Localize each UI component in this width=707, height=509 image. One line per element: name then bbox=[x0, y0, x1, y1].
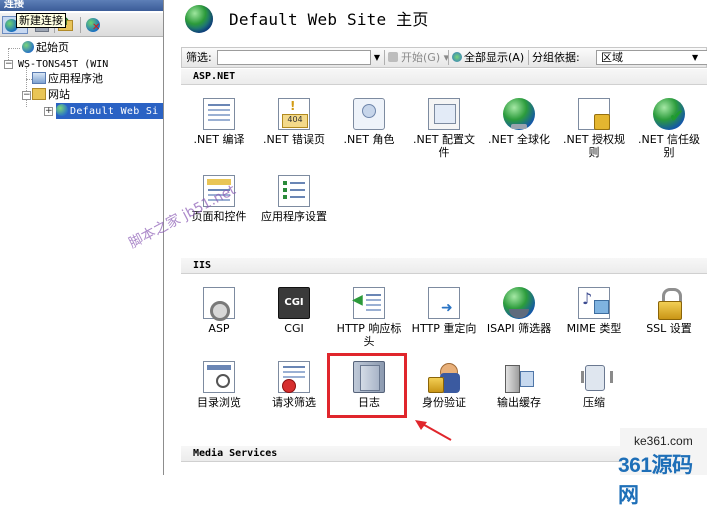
feature-net-authorization-rules[interactable]: .NET 授权规则 bbox=[556, 98, 632, 159]
brand-name: 361源码网 bbox=[618, 454, 693, 507]
feature-net-error-pages[interactable]: .NET 错误页 bbox=[256, 98, 332, 146]
group-by-label: 分组依据: bbox=[532, 51, 580, 64]
feature-directory-browsing[interactable]: 目录浏览 bbox=[181, 361, 257, 409]
lock-icon bbox=[653, 287, 685, 320]
filter-toolbar: 筛选: ▼ 开始(G) ▾ 全部显示(A) 分组依据: 区域 ▼ bbox=[181, 47, 707, 68]
output-cache-icon bbox=[503, 361, 535, 393]
toolbar-divider bbox=[448, 50, 449, 65]
annotation-arrow bbox=[415, 420, 452, 441]
feature-ssl-settings[interactable]: SSL 设置 bbox=[631, 287, 707, 335]
app-settings-icon bbox=[278, 175, 310, 207]
filter-input[interactable] bbox=[217, 50, 371, 65]
redirect-icon bbox=[428, 287, 460, 319]
error-page-icon bbox=[278, 98, 310, 130]
compression-icon bbox=[578, 361, 613, 393]
chevron-down-icon[interactable]: ▼ bbox=[692, 51, 698, 64]
tree-item-server[interactable]: WS-TONS45T (WIN bbox=[14, 56, 108, 72]
toolbar-divider bbox=[528, 50, 529, 65]
tree-item-app-pools[interactable]: 应用程序池 bbox=[32, 71, 103, 87]
feature-authentication[interactable]: 身份验证 bbox=[406, 361, 482, 409]
section-aspnet: ASP.NET bbox=[181, 69, 707, 85]
feature-cgi[interactable]: CGI bbox=[256, 287, 332, 335]
feature-net-trust-levels[interactable]: .NET 信任级别 bbox=[631, 98, 707, 159]
cgi-icon bbox=[278, 287, 310, 319]
logging-highlight-box bbox=[327, 353, 407, 418]
folder-icon bbox=[32, 88, 46, 100]
chevron-down-icon[interactable]: ▼ bbox=[372, 50, 382, 65]
features-pane: Default Web Site 主页 筛选: ▼ 开始(G) ▾ 全部显示(A… bbox=[167, 0, 707, 475]
show-all-icon bbox=[452, 52, 462, 62]
tree-item-default-web-site[interactable]: Default Web Si bbox=[56, 103, 163, 119]
feature-output-caching[interactable]: 输出缓存 bbox=[481, 361, 557, 409]
profile-icon bbox=[428, 98, 460, 130]
collapse-toggle[interactable]: − bbox=[22, 91, 31, 100]
brand-url: ke361.com bbox=[634, 434, 693, 448]
feature-http-redirect[interactable]: HTTP 重定向 bbox=[406, 287, 482, 335]
feature-compression[interactable]: 压缩 bbox=[556, 361, 632, 409]
globe-icon bbox=[56, 104, 68, 116]
group-by-select[interactable]: 区域 bbox=[596, 50, 707, 65]
disconnect-button[interactable]: ✕ bbox=[84, 16, 104, 34]
feature-request-filtering[interactable]: 请求筛选 bbox=[256, 361, 332, 409]
roles-icon bbox=[353, 98, 385, 130]
page-header: Default Web Site 主页 bbox=[167, 0, 707, 40]
feature-asp[interactable]: ASP bbox=[181, 287, 257, 335]
mime-types-icon bbox=[578, 287, 610, 319]
app-pool-icon bbox=[32, 72, 46, 84]
collapse-toggle[interactable]: − bbox=[4, 60, 13, 69]
expand-toggle[interactable]: + bbox=[44, 107, 53, 116]
start-page-icon bbox=[22, 41, 34, 53]
page-title: Default Web Site 主页 bbox=[229, 10, 429, 29]
compilation-icon bbox=[203, 98, 235, 130]
section-iis: IIS bbox=[181, 258, 707, 274]
tree-item-start-page[interactable]: 起始页 bbox=[22, 40, 69, 56]
authentication-icon bbox=[428, 361, 460, 393]
directory-browsing-icon bbox=[203, 361, 235, 393]
feature-isapi-filters[interactable]: ISAPI 筛选器 bbox=[481, 287, 557, 335]
trust-level-icon bbox=[653, 98, 685, 130]
tree-item-sites[interactable]: 网站 bbox=[32, 87, 70, 103]
delete-icon: ✕ bbox=[92, 22, 101, 33]
response-headers-icon bbox=[352, 287, 385, 319]
feature-net-roles[interactable]: .NET 角色 bbox=[331, 98, 407, 146]
request-filtering-icon bbox=[278, 361, 310, 393]
website-globe-icon bbox=[185, 5, 213, 33]
isapi-filter-icon bbox=[503, 287, 535, 319]
feature-net-compilation[interactable]: .NET 编译 bbox=[181, 98, 257, 146]
feature-http-response-headers[interactable]: HTTP 响应标头 bbox=[331, 287, 407, 348]
asp-icon bbox=[203, 287, 235, 321]
show-all-button[interactable]: 全部显示(A) bbox=[452, 48, 524, 67]
feature-net-profile[interactable]: .NET 配置文件 bbox=[406, 98, 482, 159]
authorization-icon bbox=[578, 98, 610, 130]
toolbar-divider bbox=[384, 50, 385, 65]
tree-line bbox=[8, 48, 20, 49]
tree-line bbox=[26, 67, 27, 107]
start-icon bbox=[388, 52, 398, 62]
filter-label: 筛选: bbox=[186, 51, 212, 64]
new-connection-tooltip: 新建连接 bbox=[16, 13, 66, 28]
globalization-icon bbox=[503, 98, 535, 130]
feature-application-settings[interactable]: 应用程序设置 bbox=[256, 175, 332, 223]
toolbar-divider bbox=[80, 17, 81, 33]
feature-net-globalization[interactable]: .NET 全球化 bbox=[481, 98, 557, 146]
start-filter-button[interactable]: 开始(G) ▾ bbox=[388, 48, 449, 67]
connections-pane-title: 连接 bbox=[0, 0, 163, 11]
server-icon bbox=[14, 57, 16, 69]
feature-mime-types[interactable]: MIME 类型 bbox=[556, 287, 632, 335]
